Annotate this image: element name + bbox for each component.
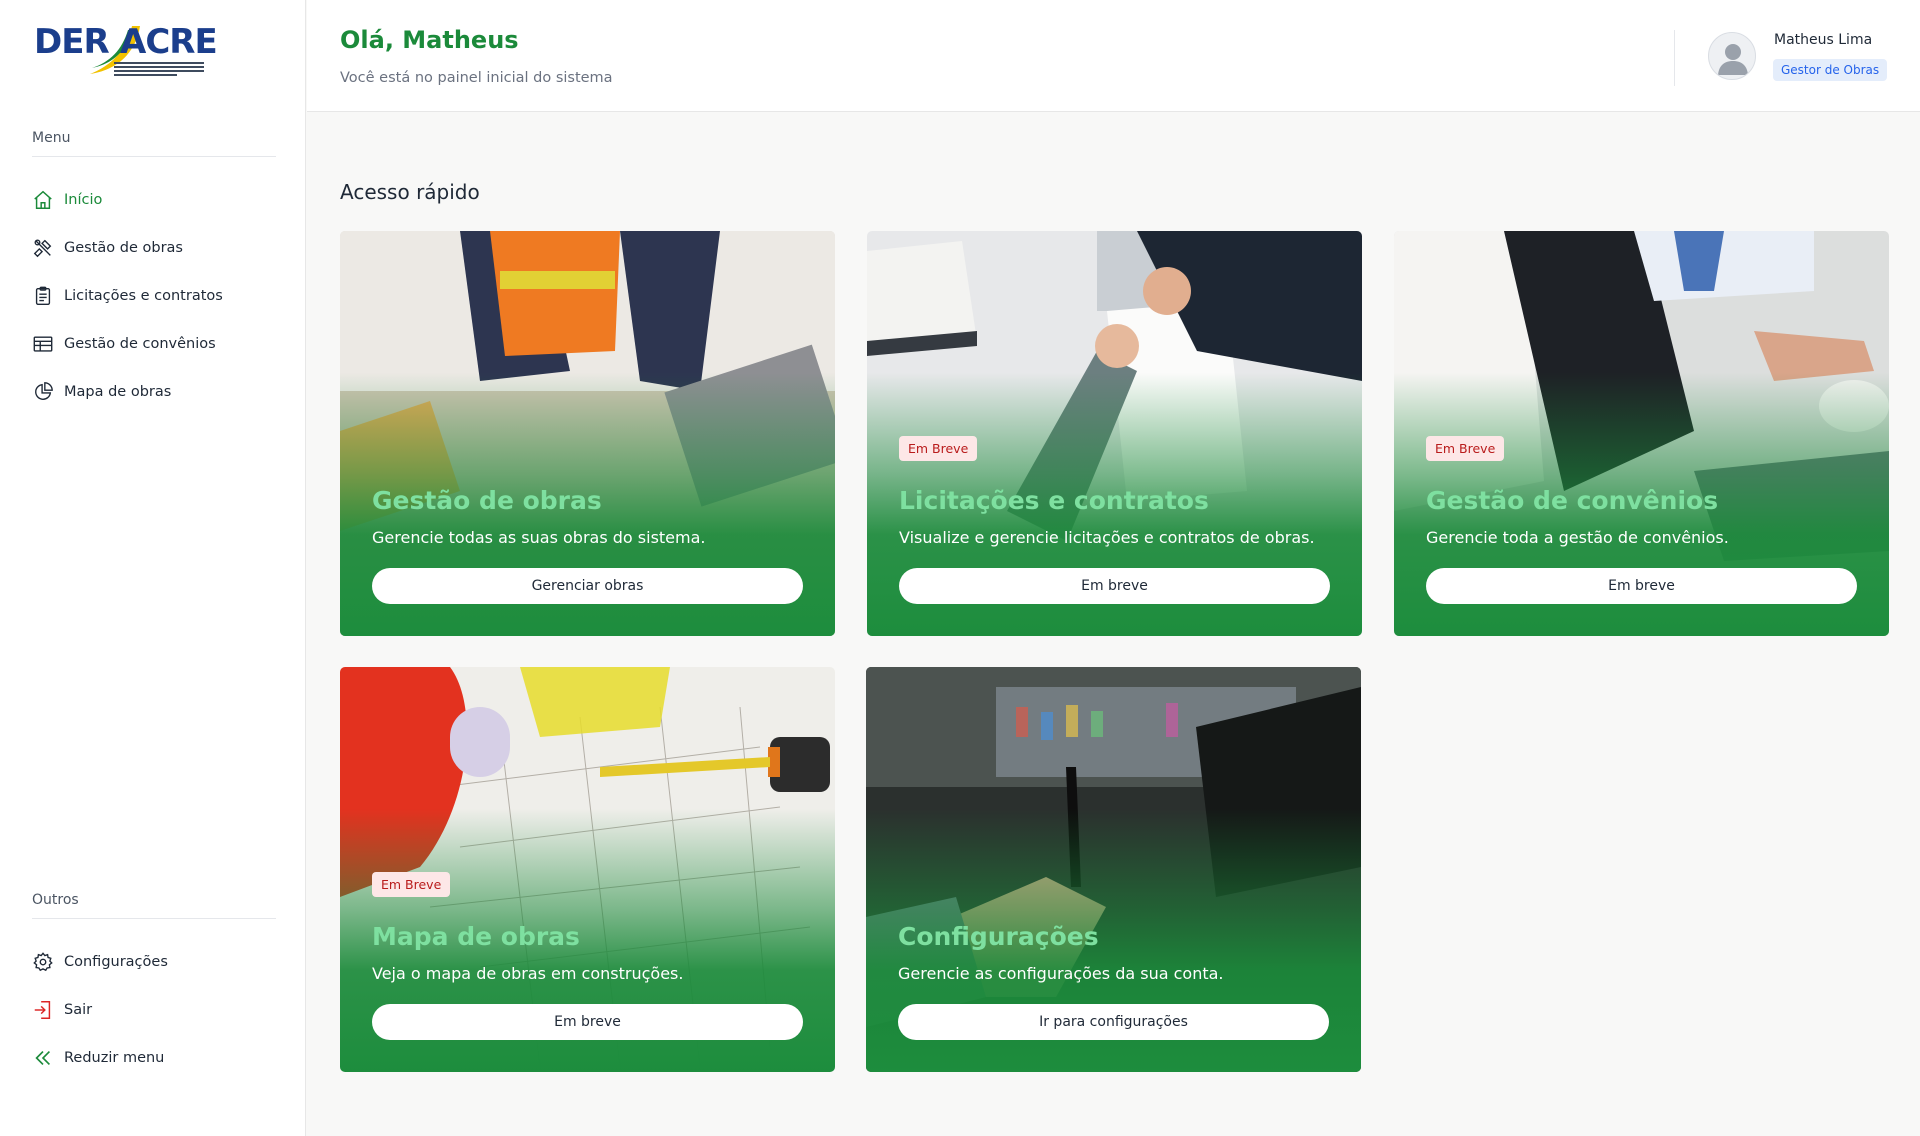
- sidebar-item-inicio[interactable]: Início: [32, 186, 102, 214]
- em-breve-badge: Em Breve: [1426, 436, 1505, 461]
- sidebar-item-label: Início: [64, 192, 103, 208]
- sidebar-item-label: Reduzir menu: [64, 1050, 165, 1066]
- gerenciar-obras-button[interactable]: Gerenciar obras: [372, 568, 803, 604]
- gear-icon: [32, 951, 54, 973]
- greeting-subtitle: Você está no painel inicial do sistema: [340, 70, 613, 86]
- card-title: Gestão de obras: [372, 486, 602, 515]
- card-description: Gerencie toda a gestão de convênios.: [1426, 528, 1729, 547]
- logo-acre-text: ACRE: [120, 22, 218, 62]
- card-gestao-de-convenios: Em Breve Gestão de convênios Gerencie to…: [1394, 231, 1889, 636]
- sidebar: DER ACRE Menu Início Gestão de obras Lic…: [0, 0, 306, 1136]
- logout-icon: [32, 999, 54, 1021]
- sidebar-item-label: Sair: [64, 1002, 93, 1018]
- header-divider: [1674, 30, 1675, 86]
- card-title: Configurações: [898, 922, 1099, 951]
- sidebar-item-label: Configurações: [64, 954, 168, 970]
- user-role-badge: Gestor de Obras: [1773, 59, 1888, 81]
- card-title: Licitações e contratos: [899, 486, 1209, 515]
- greeting-title: Olá, Matheus: [340, 26, 519, 54]
- sidebar-item-convenios[interactable]: Gestão de convênios: [32, 330, 216, 358]
- em-breve-badge: Em Breve: [899, 436, 978, 461]
- clipboard-icon: [32, 285, 54, 307]
- tools-icon: [32, 237, 54, 259]
- card-licitacoes-e-contratos: Em Breve Licitações e contratos Visualiz…: [867, 231, 1362, 636]
- sidebar-item-sair[interactable]: Sair: [32, 996, 92, 1024]
- em-breve-button[interactable]: Em breve: [1426, 568, 1857, 604]
- home-icon: [32, 189, 54, 211]
- table-icon: [32, 333, 54, 355]
- sidebar-item-label: Gestão de obras: [64, 240, 183, 256]
- section-title: Acesso rápido: [340, 180, 480, 204]
- em-breve-button[interactable]: Em breve: [372, 1004, 803, 1040]
- sidebar-item-gestao-de-obras[interactable]: Gestão de obras: [32, 234, 183, 262]
- user-name: Matheus Lima: [1774, 32, 1873, 48]
- logo-subtitle-lines: [114, 62, 204, 76]
- others-divider: [32, 918, 276, 919]
- card-description: Gerencie as configurações da sua conta.: [898, 964, 1224, 983]
- others-heading: Outros: [32, 892, 79, 908]
- card-configuracoes: Configurações Gerencie as configurações …: [866, 667, 1361, 1072]
- sidebar-item-label: Gestão de convênios: [64, 336, 216, 352]
- menu-divider: [32, 156, 276, 157]
- card-title: Gestão de convênios: [1426, 486, 1719, 515]
- sidebar-item-mapa-de-obras[interactable]: Mapa de obras: [32, 378, 171, 406]
- card-description: Veja o mapa de obras em construções.: [372, 964, 684, 983]
- double-chevron-left-icon: [32, 1047, 54, 1069]
- sidebar-item-label: Licitações e contratos: [64, 288, 223, 304]
- user-avatar-icon: [1718, 44, 1748, 75]
- card-gestao-de-obras: Gestão de obras Gerencie todas as suas o…: [340, 231, 835, 636]
- em-breve-badge: Em Breve: [372, 872, 451, 897]
- ir-para-configuracoes-button[interactable]: Ir para configurações: [898, 1004, 1329, 1040]
- sidebar-item-label: Mapa de obras: [64, 384, 172, 400]
- em-breve-button[interactable]: Em breve: [899, 568, 1330, 604]
- der-acre-logo[interactable]: DER ACRE: [34, 22, 218, 78]
- sidebar-item-reduzir-menu[interactable]: Reduzir menu: [32, 1044, 164, 1072]
- card-title: Mapa de obras: [372, 922, 580, 951]
- sidebar-item-licitacoes[interactable]: Licitações e contratos: [32, 282, 223, 310]
- avatar[interactable]: [1708, 32, 1756, 80]
- pie-chart-icon: [32, 381, 54, 403]
- top-header: Olá, Matheus Você está no painel inicial…: [307, 0, 1920, 112]
- card-description: Visualize e gerencie licitações e contra…: [899, 528, 1315, 547]
- card-mapa-de-obras: Em Breve Mapa de obras Veja o mapa de ob…: [340, 667, 835, 1072]
- sidebar-item-configuracoes[interactable]: Configurações: [32, 948, 168, 976]
- menu-heading: Menu: [32, 130, 71, 146]
- logo-der-text: DER: [34, 22, 110, 62]
- card-description: Gerencie todas as suas obras do sistema.: [372, 528, 706, 547]
